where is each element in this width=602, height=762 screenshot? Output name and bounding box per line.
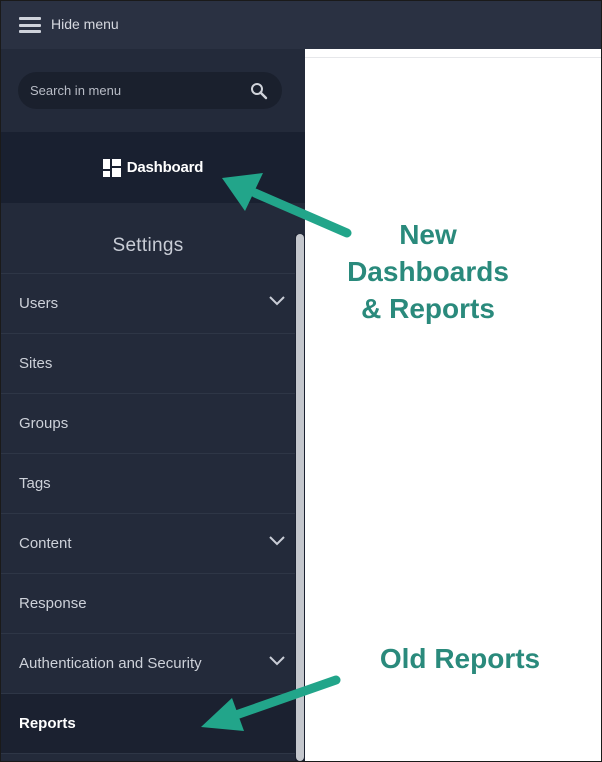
chevron-down-icon: [269, 296, 285, 306]
search-icon[interactable]: [250, 82, 268, 100]
sidebar-item-label: Response: [19, 595, 87, 612]
sidebar-item-users[interactable]: Users: [1, 274, 295, 334]
sidebar-item-groups[interactable]: Groups: [1, 394, 295, 454]
sidebar: Dashboard Settings Users Sites Groups Ta…: [1, 49, 305, 761]
settings-menu: Settings Users Sites Groups Tags Content…: [1, 219, 295, 754]
content-divider: [305, 57, 601, 58]
settings-heading: Settings: [1, 219, 295, 274]
sidebar-item-label: Content: [19, 535, 72, 552]
dashboard-label: Dashboard: [126, 159, 204, 176]
sidebar-item-sites[interactable]: Sites: [1, 334, 295, 394]
annotation-line: & Reports: [361, 293, 495, 324]
sidebar-item-label: Authentication and Security: [19, 655, 202, 672]
sidebar-item-label: Tags: [19, 475, 51, 492]
annotation-new-dashboards: New Dashboards & Reports: [306, 216, 550, 327]
sidebar-item-authentication-and-security[interactable]: Authentication and Security: [1, 634, 295, 694]
annotation-line: New: [399, 219, 457, 250]
sidebar-item-content[interactable]: Content: [1, 514, 295, 574]
hamburger-icon[interactable]: [19, 17, 41, 33]
search-area: [1, 49, 305, 132]
dashboard-section: Dashboard: [1, 132, 305, 203]
search-box: [18, 72, 282, 109]
annotation-old-reports: Old Reports: [379, 643, 541, 674]
sidebar-item-tags[interactable]: Tags: [1, 454, 295, 514]
hide-menu-button[interactable]: Hide menu: [51, 16, 119, 32]
chevron-down-icon: [269, 656, 285, 666]
scrollbar-thumb[interactable]: [296, 234, 304, 761]
dashboard-grid-icon: [102, 158, 121, 177]
sidebar-item-label: Reports: [19, 715, 76, 732]
search-input[interactable]: [30, 72, 240, 109]
annotation-line: Dashboards: [347, 256, 509, 287]
sidebar-item-response[interactable]: Response: [1, 574, 295, 634]
dashboard-button[interactable]: Dashboard: [1, 132, 305, 203]
sidebar-item-label: Groups: [19, 415, 69, 432]
top-bar: Hide menu: [1, 1, 601, 49]
chevron-down-icon: [269, 536, 285, 546]
sidebar-item-reports[interactable]: Reports: [1, 694, 295, 754]
sidebar-item-label: Sites: [19, 355, 53, 372]
sidebar-item-label: Users: [19, 295, 59, 312]
sidebar-scrollbar[interactable]: [295, 234, 305, 761]
